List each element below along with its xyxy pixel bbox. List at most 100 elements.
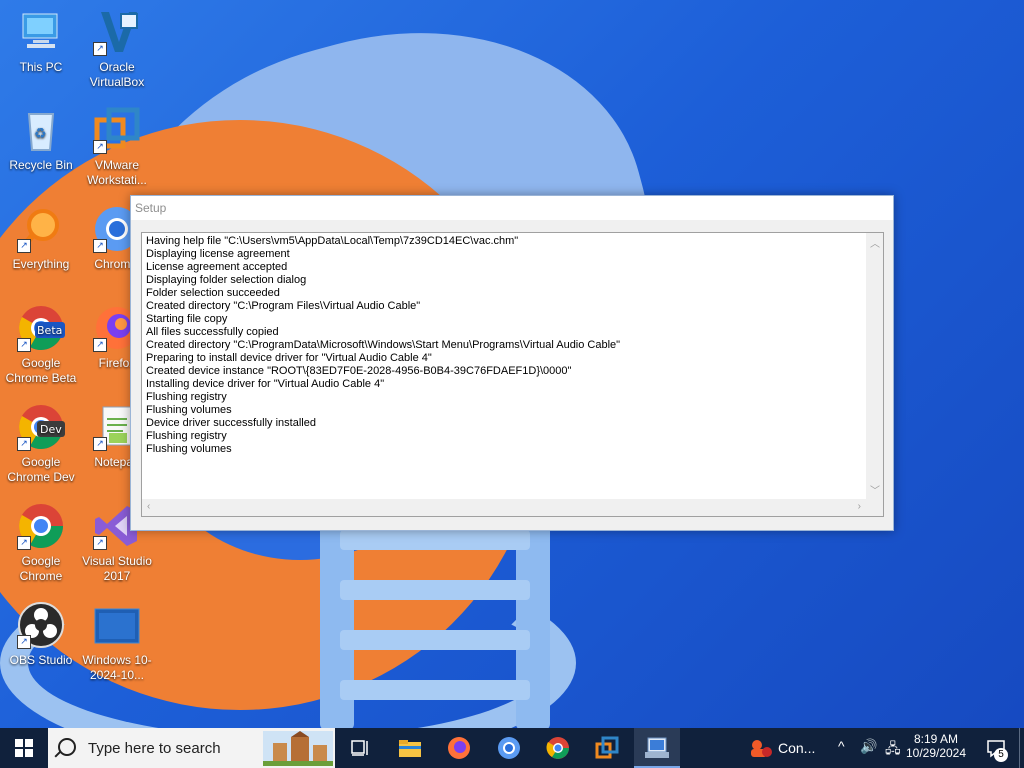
log-line: Flushing volumes	[146, 404, 232, 416]
shortcut-arrow-icon: ↗	[93, 338, 107, 352]
taskbar: Type here to search Con... ^ 🔊 🖧 8:19 AM…	[0, 728, 1024, 768]
recycle-bin-icon: ♻	[17, 106, 65, 154]
log-line: Flushing registry	[146, 430, 227, 442]
chromium-icon	[498, 737, 520, 759]
desktop-icon-windows-image[interactable]: Windows 10-2024-10...	[76, 601, 158, 683]
taskbar-chrome-dev[interactable]	[538, 728, 578, 768]
show-desktop-button[interactable]	[1019, 728, 1024, 768]
desktop-icon-vmware[interactable]: ↗ VMware Workstati...	[76, 106, 158, 188]
desktop-icon-chrome[interactable]: ↗ Google Chrome	[0, 502, 82, 584]
vmware-icon	[595, 736, 619, 759]
task-view-icon	[351, 740, 368, 756]
clock-date: 10/29/2024	[905, 746, 967, 760]
log-line: Folder selection succeeded	[146, 287, 280, 299]
everything-search-icon: ↗	[17, 205, 65, 253]
search-placeholder: Type here to search	[88, 740, 221, 757]
desktop-icon-label: Everything	[12, 257, 70, 271]
svg-text:Beta: Beta	[37, 324, 62, 337]
log-line: Created directory "C:\ProgramData\Micros…	[146, 339, 621, 351]
vertical-scrollbar[interactable]: ︿ ﹀	[866, 233, 883, 499]
desktop-icon-label: Google Chrome	[19, 554, 63, 583]
shortcut-arrow-icon: ↗	[17, 635, 31, 649]
search-icon	[58, 738, 76, 756]
network-icon[interactable]: 🖧	[885, 738, 901, 762]
taskbar-vmware[interactable]	[587, 728, 627, 768]
log-line: Created device instance "ROOT\{83ED7F0E-…	[146, 365, 572, 377]
log-line: Having help file "C:\Users\vm5\AppData\L…	[146, 235, 519, 247]
chrome-icon: ↗	[17, 502, 65, 550]
log-line: Flushing registry	[146, 391, 227, 403]
show-hidden-icons-chevron-icon[interactable]: ^	[838, 738, 845, 754]
chrome-dev-icon: Dev ↗	[17, 403, 65, 451]
desktop-icon-label: Recycle Bin	[9, 158, 73, 172]
setup-log-box[interactable]: Having help file "C:\Users\vm5\AppData\L…	[141, 232, 884, 517]
svg-text:♻: ♻	[34, 126, 47, 142]
log-line: Created directory "C:\Program Files\Virt…	[146, 300, 421, 312]
wallpaper-ladder	[320, 520, 550, 730]
shortcut-arrow-icon: ↗	[93, 140, 107, 154]
start-button[interactable]	[0, 728, 48, 768]
taskbar-firefox[interactable]	[439, 728, 479, 768]
taskbar-chromium[interactable]	[489, 728, 529, 768]
scroll-up-icon[interactable]: ︿	[870, 235, 880, 250]
this-pc-icon	[17, 8, 65, 56]
desktop-icon-everything[interactable]: ↗ Everything	[0, 205, 82, 272]
setup-window[interactable]: Setup Having help file "C:\Users\vm5\App…	[130, 195, 894, 531]
scroll-right-icon[interactable]: ›	[858, 501, 861, 512]
setup-icon	[645, 737, 669, 758]
desktop-icon-label: This PC	[19, 60, 63, 74]
task-view-button[interactable]	[340, 728, 380, 768]
desktop-icon-obs[interactable]: ↗ OBS Studio	[0, 601, 82, 668]
desktop-icon-label: Visual Studio 2017	[82, 554, 152, 583]
horizontal-scrollbar[interactable]: ‹ ›	[142, 499, 883, 516]
shortcut-arrow-icon: ↗	[93, 536, 107, 550]
clock-time: 8:19 AM	[913, 732, 959, 746]
desktop-icon-label: Oracle VirtualBox	[89, 60, 145, 89]
shortcut-arrow-icon: ↗	[93, 437, 107, 451]
obs-icon: ↗	[17, 601, 65, 649]
desktop-icon-chrome-dev[interactable]: Dev ↗ Google Chrome Dev	[0, 403, 82, 485]
svg-text:Dev: Dev	[40, 423, 62, 436]
taskbar-search-box[interactable]: Type here to search	[48, 728, 335, 768]
desktop-icon-label: Windows 10-2024-10...	[82, 653, 152, 682]
log-line: Displaying folder selection dialog	[146, 274, 307, 286]
search-highlight-icon	[263, 731, 333, 766]
desktop-icon-label: Google Chrome Dev	[7, 455, 75, 484]
shortcut-arrow-icon: ↗	[17, 338, 31, 352]
firefox-icon	[448, 737, 470, 759]
log-line: License agreement accepted	[146, 261, 288, 273]
log-line: Displaying license agreement	[146, 248, 290, 260]
windows-logo-icon	[15, 739, 33, 757]
volume-icon[interactable]: 🔊	[860, 738, 877, 755]
image-file-icon	[93, 601, 141, 649]
taskbar-file-explorer[interactable]	[390, 728, 430, 768]
tray-app-label[interactable]: Con...	[778, 740, 815, 756]
desktop-icon-recycle-bin[interactable]: ♻ Recycle Bin	[0, 106, 82, 173]
clock[interactable]: 8:19 AM 10/29/2024	[904, 732, 968, 760]
conference-app-icon	[751, 740, 772, 757]
action-center-button[interactable]: 5	[978, 728, 1014, 768]
chrome-beta-icon: Beta ↗	[17, 304, 65, 352]
log-line: Flushing volumes	[146, 443, 232, 455]
window-title: Setup	[135, 201, 167, 215]
shortcut-arrow-icon: ↗	[93, 42, 107, 56]
shortcut-arrow-icon: ↗	[17, 239, 31, 253]
scroll-down-icon[interactable]: ﹀	[870, 482, 880, 497]
log-line: Starting file copy	[146, 313, 228, 325]
scroll-left-icon[interactable]: ‹	[147, 501, 150, 512]
log-line: All files successfully copied	[146, 326, 279, 338]
taskbar-setup-active[interactable]	[634, 728, 680, 768]
log-line: Installing device driver for "Virtual Au…	[146, 378, 385, 390]
notification-count-badge: 5	[994, 748, 1008, 762]
tray-app-button[interactable]	[745, 728, 777, 768]
desktop-icon-label: VMware Workstati...	[87, 158, 147, 187]
vmware-icon: ↗	[93, 106, 141, 154]
chrome-dev-icon	[546, 737, 569, 759]
desktop-icon-chrome-beta[interactable]: Beta ↗ Google Chrome Beta	[0, 304, 82, 386]
shortcut-arrow-icon: ↗	[17, 536, 31, 550]
desktop-icon-label: OBS Studio	[9, 653, 73, 667]
desktop-icon-virtualbox[interactable]: ↗ Oracle VirtualBox	[76, 8, 158, 90]
desktop-icon-this-pc[interactable]: This PC	[0, 8, 82, 75]
file-explorer-icon	[399, 740, 421, 757]
setup-title-bar[interactable]: Setup	[131, 196, 893, 220]
